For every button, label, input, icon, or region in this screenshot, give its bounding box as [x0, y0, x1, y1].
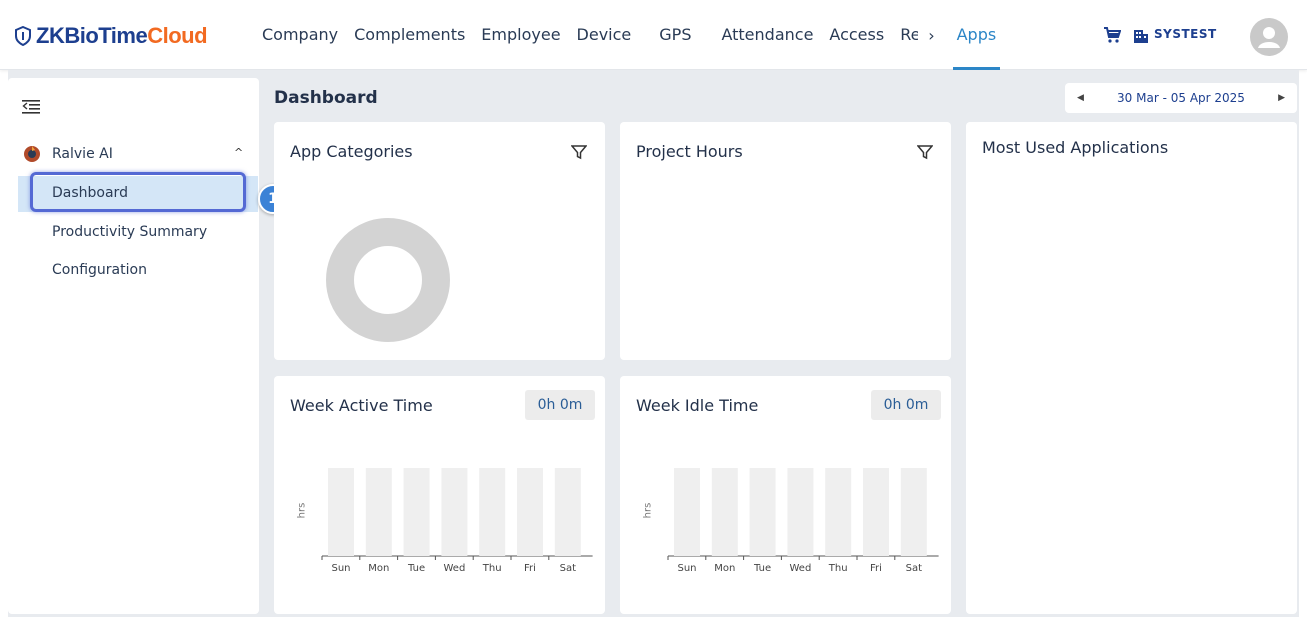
project-hours-card: Project Hours — [620, 122, 951, 360]
week-idle-bar-slot-sun — [674, 468, 700, 556]
date-range-text[interactable]: 30 Mar - 05 Apr 2025 — [1117, 91, 1245, 105]
week-idle-tick-label-thu: Thu — [828, 563, 848, 574]
sidebar-group-ralvie-ai[interactable]: Ralvie AI — [22, 144, 113, 164]
chevron-up-icon[interactable]: ^ — [234, 146, 243, 159]
week-active-tick-label-wed: Wed — [443, 563, 465, 574]
week-active-bar-slot-fri — [517, 468, 543, 556]
shopping-cart-icon[interactable] — [1103, 26, 1121, 44]
week-idle-tick-label-fri: Fri — [870, 563, 882, 574]
person-icon — [1258, 27, 1280, 48]
shield-logo-icon — [15, 26, 31, 46]
week-active-bar-slot-wed — [441, 468, 468, 556]
week-active-tick-label-mon: Mon — [368, 563, 389, 574]
week-active-bar-slot-thu — [479, 468, 506, 556]
nav-employee[interactable]: Employee — [481, 0, 560, 70]
tenant-name[interactable]: SYSTEST — [1154, 27, 1217, 41]
nav-access[interactable]: Access — [829, 0, 884, 70]
week-idle-bar-slot-thu — [825, 468, 852, 556]
highlight-box — [30, 172, 246, 212]
nav-gps[interactable]: GPS — [659, 0, 691, 70]
date-range-picker[interactable]: ◀ 30 Mar - 05 Apr 2025 ▶ — [1065, 83, 1297, 113]
nav-attendance[interactable]: Attendance — [721, 0, 813, 70]
nav-company[interactable]: Company — [262, 0, 338, 70]
week-idle-bar-chart: Sun Mon Tue Wed Thu Fri Sat — [667, 468, 939, 574]
week-idle-tick-label-mon: Mon — [714, 563, 735, 574]
nav-complements[interactable]: Complements — [354, 0, 465, 70]
nav-device[interactable]: Device — [577, 0, 632, 70]
top-navigation-bar: ZKBioTimeCloud Company Complements Emplo… — [0, 0, 1307, 70]
nav-reports-truncated[interactable]: Re — [900, 0, 918, 70]
next-week-arrow-icon[interactable]: ▶ — [1278, 93, 1285, 103]
app-categories-donut — [326, 218, 450, 342]
main-nav: Company Complements Employee Device GPS … — [262, 0, 1012, 70]
week-active-bar-slot-tue — [403, 468, 430, 556]
week-idle-bar-slot-wed — [787, 468, 814, 556]
sidebar-group-label: Ralvie AI — [52, 146, 113, 162]
sidebar-item-configuration[interactable]: Configuration — [52, 262, 147, 278]
ralvie-logo-icon — [24, 146, 40, 162]
week-idle-bar-slot-sat — [900, 468, 927, 556]
week-active-tick-label-thu: Thu — [482, 563, 502, 574]
week-active-tick-label-fri: Fri — [524, 563, 536, 574]
week-active-time-card: Week Active Time 0h 0m hrs Sun Mon Tue Wed T… — [274, 376, 605, 614]
week-idle-tick-label-sat: Sat — [906, 563, 922, 574]
filter-icon[interactable] — [571, 144, 587, 160]
most-used-applications-title: Most Used Applications — [982, 138, 1169, 157]
app-categories-card: App Categories — [274, 122, 605, 360]
week-idle-time-card: Week Idle Time 0h 0m hrs Sun Mon Tue Wed Thu… — [620, 376, 951, 614]
collapse-sidebar-icon[interactable] — [22, 100, 40, 114]
sidebar-item-productivity-summary[interactable]: Productivity Summary — [52, 224, 207, 240]
week-idle-bar-slot-tue — [749, 468, 776, 556]
nav-apps[interactable]: Apps — [952, 0, 1000, 70]
week-idle-tick-label-sun: Sun — [677, 563, 696, 574]
week-active-tick-label-sun: Sun — [331, 563, 350, 574]
user-avatar-icon[interactable] — [1250, 18, 1288, 56]
filter-icon[interactable] — [917, 144, 933, 160]
week-active-bar-chart: Sun Mon Tue Wed Thu Fri Sat — [321, 468, 593, 574]
week-idle-tick-label-tue: Tue — [753, 563, 771, 574]
page-title: Dashboard — [274, 88, 378, 108]
week-active-bar-slot-sun — [328, 468, 354, 556]
week-idle-bar-slot-fri — [863, 468, 889, 556]
logo-text: ZKBioTimeCloud — [36, 23, 208, 48]
week-idle-tick-label-wed: Wed — [789, 563, 811, 574]
app-categories-title: App Categories — [290, 142, 413, 161]
brand-logo[interactable]: ZKBioTimeCloud — [14, 22, 208, 50]
week-active-tick-label-tue: Tue — [407, 563, 425, 574]
week-idle-bar-slot-mon — [711, 468, 738, 556]
project-hours-title: Project Hours — [636, 142, 743, 161]
week-active-tick-label-sat: Sat — [560, 563, 576, 574]
most-used-applications-card: Most Used Applications — [966, 122, 1297, 614]
building-icon — [1134, 30, 1148, 43]
nav-more-arrow-icon[interactable]: › — [928, 26, 934, 45]
week-active-bar-slot-mon — [365, 468, 392, 556]
prev-week-arrow-icon[interactable]: ◀ — [1077, 93, 1084, 103]
week-active-bar-slot-sat — [554, 468, 581, 556]
